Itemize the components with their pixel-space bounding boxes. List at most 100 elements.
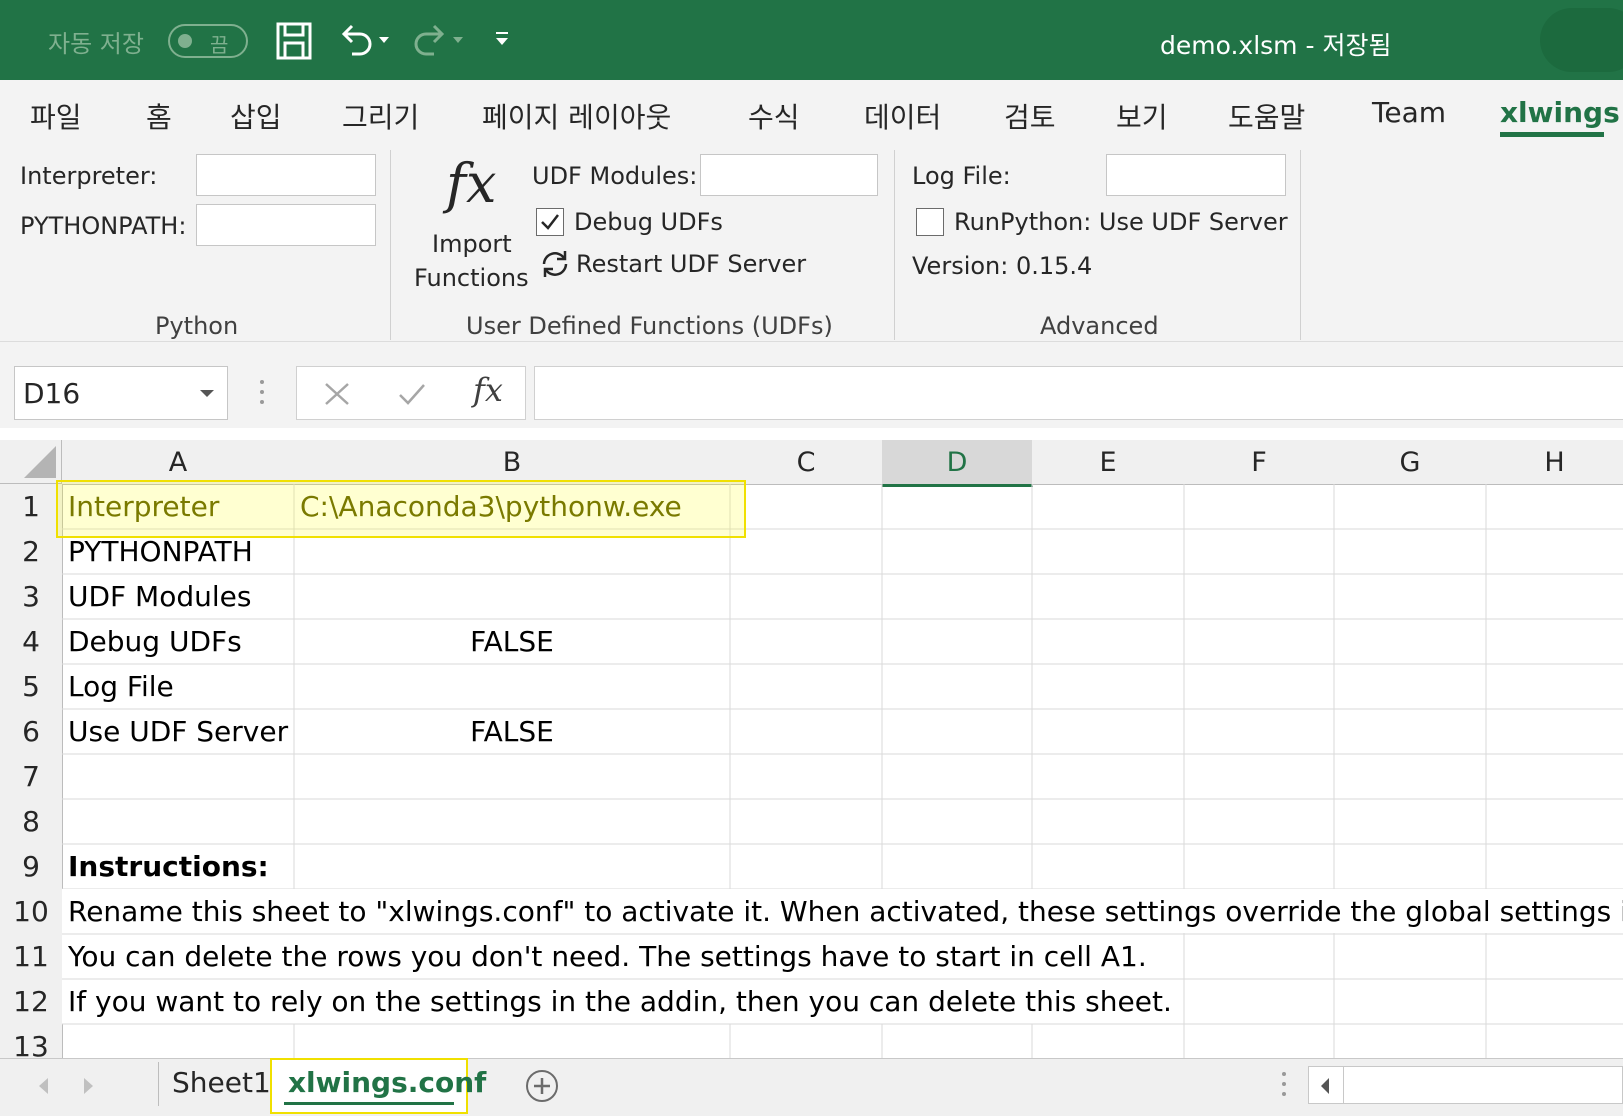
row-header[interactable]: 11 — [0, 934, 63, 980]
function-icon: fx — [446, 152, 497, 215]
row-header[interactable]: 12 — [0, 979, 63, 1025]
column-header-d[interactable]: D — [882, 440, 1033, 487]
row-header[interactable]: 2 — [0, 529, 63, 575]
sheet-tab-sheet1[interactable]: Sheet1 — [172, 1066, 271, 1099]
scroll-left-icon[interactable] — [36, 1076, 50, 1096]
cell-a9[interactable]: Instructions: — [62, 844, 269, 889]
enter-check-icon[interactable] — [397, 381, 427, 407]
column-header-c[interactable]: C — [730, 440, 883, 485]
chevron-down-icon[interactable] — [199, 389, 215, 399]
scroll-left-arrow-icon[interactable] — [1319, 1077, 1331, 1095]
row-header[interactable]: 9 — [0, 844, 63, 890]
restart-udf-server-button[interactable]: Restart UDF Server — [576, 250, 806, 278]
active-sheet-underline — [284, 1102, 454, 1105]
row-header[interactable]: 13 — [0, 1024, 63, 1063]
insert-function-icon[interactable]: fx — [473, 371, 503, 409]
row-header[interactable]: 1 — [0, 484, 63, 530]
cell-a3[interactable]: UDF Modules — [62, 574, 251, 619]
tab-formulas[interactable]: 수식 — [748, 96, 800, 136]
scroll-right-icon[interactable] — [82, 1076, 96, 1096]
scrollbar-divider — [1343, 1067, 1344, 1103]
row-header[interactable]: 5 — [0, 664, 63, 710]
column-header-a[interactable]: A — [62, 440, 295, 485]
select-all-triangle-icon — [24, 446, 56, 478]
grid-lines-lower — [62, 933, 1623, 1025]
cell-a4[interactable]: Debug UDFs — [62, 619, 242, 664]
functions-label: Functions — [414, 264, 529, 292]
row-header[interactable]: 6 — [0, 709, 63, 755]
group-divider — [1300, 150, 1301, 340]
row-header[interactable]: 7 — [0, 754, 63, 800]
column-header-g[interactable]: G — [1334, 440, 1487, 485]
sheet-tab-xlwings-conf[interactable]: xlwings.conf — [288, 1066, 486, 1099]
restart-icon[interactable] — [538, 248, 572, 280]
name-box[interactable]: D16 — [14, 366, 228, 420]
column-header-h[interactable]: H — [1486, 440, 1623, 485]
tab-xlwings[interactable]: xlwings — [1500, 96, 1620, 129]
title-bar: 자동 저장 끔 demo.xlsm - 저장됨 — [0, 0, 1623, 80]
redo-icon — [414, 24, 445, 56]
cell-b6[interactable]: FALSE — [294, 709, 730, 754]
autosave-toggle[interactable]: 끔 — [168, 24, 248, 58]
column-header-e[interactable]: E — [1032, 440, 1185, 485]
group-advanced-label: Advanced — [1040, 312, 1159, 340]
row-header[interactable]: 3 — [0, 574, 63, 620]
cell-a6[interactable]: Use UDF Server — [62, 709, 288, 754]
udf-modules-label: UDF Modules: — [532, 162, 698, 190]
cell-a10[interactable]: Rename this sheet to "xlwings.conf" to a… — [62, 889, 1623, 934]
save-icon[interactable] — [276, 22, 312, 60]
log-file-label: Log File: — [912, 162, 1011, 190]
interpreter-input[interactable] — [196, 154, 376, 196]
select-all-button[interactable] — [0, 440, 62, 484]
pythonpath-input[interactable] — [196, 204, 376, 246]
undo-dropdown-icon[interactable] — [378, 36, 390, 46]
log-file-input[interactable] — [1106, 154, 1286, 196]
toggle-knob-icon — [178, 34, 192, 48]
redo-dropdown-icon — [453, 37, 463, 43]
tab-insert[interactable]: 삽입 — [230, 96, 282, 136]
cell-a5[interactable]: Log File — [62, 664, 174, 709]
autosave-state: 끔 — [210, 33, 229, 57]
tab-divider — [158, 1062, 159, 1106]
drag-handle-icon[interactable] — [258, 378, 266, 408]
formula-input[interactable] — [534, 366, 1623, 420]
runpython-udf-server-checkbox[interactable] — [916, 208, 944, 236]
group-divider — [390, 150, 391, 340]
active-tab-indicator — [1500, 132, 1604, 137]
row-header[interactable]: 8 — [0, 799, 63, 845]
udf-modules-input[interactable] — [700, 154, 878, 196]
import-label: Import — [432, 230, 512, 258]
tab-team[interactable]: Team — [1372, 96, 1446, 129]
account-area[interactable] — [1540, 8, 1623, 72]
cell-b4[interactable]: FALSE — [294, 619, 730, 664]
tab-draw[interactable]: 그리기 — [342, 96, 419, 136]
tab-view[interactable]: 보기 — [1116, 96, 1168, 136]
interpreter-label: Interpreter: — [20, 162, 158, 190]
tab-help[interactable]: 도움말 — [1228, 96, 1305, 136]
cancel-icon[interactable] — [323, 381, 351, 407]
cell-b1[interactable]: C:\Anaconda3\pythonw.exe — [294, 484, 682, 529]
drag-handle-icon[interactable] — [1280, 1070, 1288, 1100]
cell-a1[interactable]: Interpreter — [62, 484, 219, 529]
document-title: demo.xlsm - 저장됨 — [1160, 31, 1392, 60]
row-header[interactable]: 10 — [0, 889, 63, 935]
autosave-label: 자동 저장 — [48, 30, 144, 58]
tab-home[interactable]: 홈 — [146, 96, 172, 136]
debug-udfs-checkbox[interactable] — [536, 208, 564, 236]
tab-page-layout[interactable]: 페이지 레이아웃 — [482, 96, 671, 136]
horizontal-scrollbar[interactable] — [1308, 1066, 1623, 1104]
add-sheet-icon[interactable] — [524, 1068, 560, 1104]
undo-icon[interactable] — [336, 22, 376, 60]
row-header[interactable]: 4 — [0, 619, 63, 665]
customize-toolbar-icon[interactable] — [494, 30, 510, 48]
cell-a2[interactable]: PYTHONPATH — [62, 529, 253, 574]
name-box-value: D16 — [23, 377, 81, 410]
formula-controls: fx — [296, 366, 526, 420]
column-header-b[interactable]: B — [294, 440, 731, 485]
column-header-f[interactable]: F — [1184, 440, 1335, 485]
debug-udfs-label: Debug UDFs — [574, 208, 723, 236]
tab-data[interactable]: 데이터 — [864, 96, 941, 136]
import-functions-button[interactable]: fx Import Functions — [410, 152, 530, 302]
tab-review[interactable]: 검토 — [1004, 96, 1056, 136]
tab-file[interactable]: 파일 — [30, 96, 82, 136]
